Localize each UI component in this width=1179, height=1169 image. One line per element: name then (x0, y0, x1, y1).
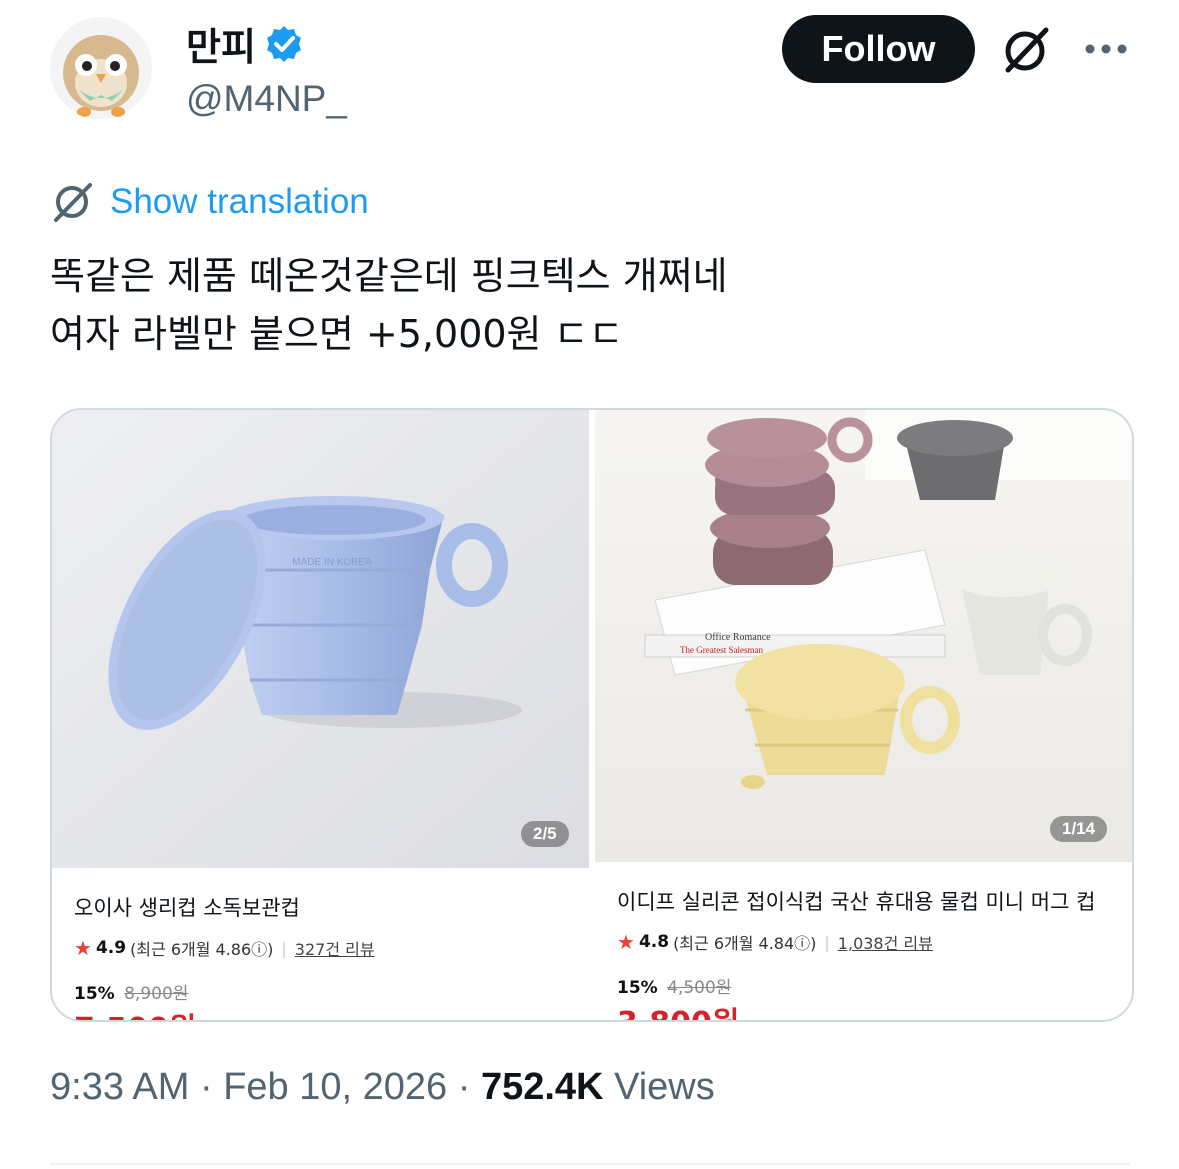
meta-separator: · (447, 1066, 481, 1108)
show-translation-link[interactable]: Show translation (50, 181, 369, 223)
media-right[interactable]: Office Romance The Greatest Salesman 1/1… (595, 410, 1132, 1020)
views-label: Views (614, 1066, 715, 1108)
product-rating: ★ 4.9 (최근 6개월 4.86ⓘ) | 327건 리뷰 (74, 936, 375, 960)
rating-detail: (최근 6개월 4.86ⓘ) (130, 940, 274, 959)
discount-percent: 15% (74, 984, 115, 1004)
rating-value: 4.9 (95, 938, 127, 958)
product-price: 3,800원 (617, 998, 740, 1020)
product-photo-left[interactable]: MADE IN KOREA 2/5 (52, 410, 589, 868)
image-counter: 1/14 (1050, 816, 1108, 842)
name-row: 만피 (186, 16, 304, 71)
image-counter: 2/5 (521, 821, 569, 847)
verified-badge-icon (266, 25, 301, 62)
grok-icon[interactable] (1000, 26, 1054, 74)
star-icon: ★ (74, 936, 92, 960)
views-count[interactable]: 752.4K (481, 1066, 604, 1108)
rating-separator: | (824, 932, 830, 952)
avatar[interactable] (50, 17, 153, 120)
book-title-2: The Greatest Salesman (680, 645, 763, 655)
product-discount: 15% 8,900원 (74, 979, 188, 1004)
tweet-time[interactable]: 9:33 AM (50, 1066, 189, 1108)
tweet-line-1: 똑같은 제품 떼온것같은데 핑크텍스 개쩌네 (50, 254, 728, 298)
product-discount: 15% 4,500원 (617, 973, 731, 998)
meta-separator: · (189, 1066, 224, 1108)
book-title-1: Office Romance (705, 632, 771, 643)
show-translation-label[interactable]: Show translation (110, 182, 369, 222)
display-name[interactable]: 만피 (186, 16, 256, 71)
tweet-text: 똑같은 제품 떼온것같은데 핑크텍스 개쩌네 여자 라벨만 붙으면 +5,000… (50, 247, 728, 363)
rating-separator: | (281, 938, 287, 958)
follow-button[interactable]: Follow (782, 15, 975, 83)
media-left[interactable]: MADE IN KOREA 2/5 오이사 생리컵 소독보관컵 ★ 4.9 (최… (52, 410, 589, 1020)
more-dots-icon[interactable] (1083, 35, 1129, 63)
star-icon: ★ (617, 930, 635, 954)
product-photo-right[interactable]: Office Romance The Greatest Salesman 1/1… (595, 410, 1132, 862)
original-price: 8,900원 (124, 984, 189, 1004)
reviews-link[interactable]: 327건 리뷰 (295, 936, 375, 960)
product-rating: ★ 4.8 (최근 6개월 4.84ⓘ) | 1,038건 리뷰 (617, 930, 933, 954)
tweet-date[interactable]: Feb 10, 2026 (223, 1066, 447, 1108)
product-title[interactable]: 이디프 실리콘 접이식컵 국산 휴대용 물컵 미니 머그 컵 (617, 886, 1095, 916)
product-title[interactable]: 오이사 생리컵 소독보관컵 (74, 892, 300, 922)
divider (50, 1163, 1130, 1165)
product-price: 7,500원 (74, 1004, 197, 1020)
cup-engraving: MADE IN KOREA (292, 557, 372, 568)
media-grid[interactable]: MADE IN KOREA 2/5 오이사 생리컵 소독보관컵 ★ 4.9 (최… (50, 408, 1134, 1022)
discount-percent: 15% (617, 978, 658, 998)
tweet-timestamp: 9:33 AM · Feb 10, 2026 · 752.4K Views (50, 1066, 715, 1109)
reviews-link[interactable]: 1,038건 리뷰 (838, 930, 933, 954)
tweet-line-2: 여자 라벨만 붙으면 +5,000원 ㄷㄷ (50, 312, 624, 356)
translate-icon (54, 183, 92, 222)
rating-detail: (최근 6개월 4.84ⓘ) (673, 934, 817, 953)
handle[interactable]: @M4NP_ (186, 78, 347, 120)
original-price: 4,500원 (667, 978, 732, 998)
rating-value: 4.8 (638, 932, 670, 952)
